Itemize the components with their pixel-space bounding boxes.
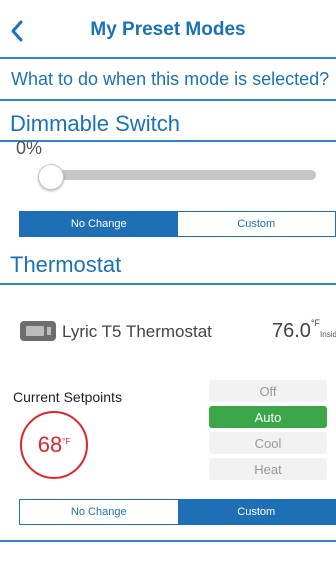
question-divider: [0, 99, 336, 101]
mode-cool-button[interactable]: Cool: [209, 432, 327, 454]
setpoint-unit: °F: [62, 436, 71, 446]
bottom-divider: [0, 540, 336, 542]
device-temp-location: Inside: [320, 330, 336, 339]
dimmer-slider-track[interactable]: [46, 170, 316, 180]
device-name: Lyric T5 Thermostat: [62, 322, 212, 341]
thermostat-custom-button[interactable]: Custom: [177, 500, 335, 524]
dimmer-value: 0%: [16, 138, 43, 158]
page-title: My Preset Modes: [90, 19, 246, 40]
header-divider: [0, 57, 336, 59]
header: My Preset Modes: [0, 0, 336, 58]
dimmable-no-change-button[interactable]: No Change: [20, 212, 178, 236]
dimmable-option-toggle: No Change Custom: [19, 211, 336, 237]
mode-auto-button[interactable]: Auto: [209, 406, 327, 428]
dimmable-switch-title: Dimmable Switch: [10, 111, 180, 136]
thermostat-title: Thermostat: [10, 252, 122, 277]
mode-heat-button[interactable]: Heat: [209, 458, 327, 480]
dimmable-custom-button[interactable]: Custom: [177, 212, 335, 236]
thermostat-option-toggle: No Change Custom: [19, 499, 336, 525]
setpoint-dial[interactable]: 68 °F: [20, 411, 88, 479]
current-setpoints-label: Current Setpoints: [13, 389, 122, 405]
device-temp-value: 76.0: [272, 320, 311, 342]
thermostat-icon: [20, 321, 56, 341]
device-temp-unit: °F: [310, 318, 321, 328]
thermostat-divider: [0, 283, 336, 285]
device-temperature: 76.0°F Inside: [272, 318, 336, 343]
setpoint-value: 68: [37, 432, 63, 457]
mode-off-button[interactable]: Off: [209, 380, 327, 402]
thermostat-no-change-button[interactable]: No Change: [20, 500, 178, 524]
dimmer-slider-knob[interactable]: [38, 164, 64, 190]
question-text: What to do when this mode is selected?: [11, 69, 330, 89]
dimmable-divider: [0, 140, 336, 142]
